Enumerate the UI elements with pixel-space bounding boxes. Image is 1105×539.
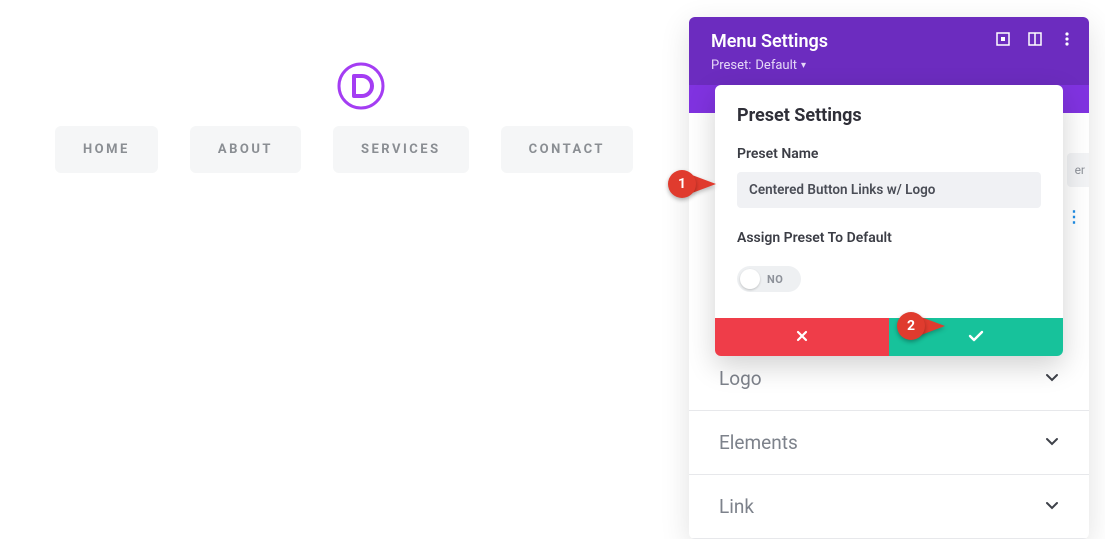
panel-header-icons (995, 31, 1075, 47)
section-label: Logo (719, 367, 762, 390)
annotation-badge: 1 (668, 170, 696, 198)
assign-default-toggle[interactable]: NO (737, 266, 801, 292)
kebab-menu-icon[interactable] (1059, 31, 1075, 47)
preset-name-label: Preset Name (737, 146, 1041, 162)
section-logo[interactable]: Logo (689, 351, 1089, 411)
chevron-down-icon (1045, 497, 1059, 516)
preset-prefix: Preset: (711, 58, 751, 73)
annotation-callout-1: 1 (668, 170, 716, 198)
preset-selector[interactable]: Preset: Default ▾ (711, 58, 1067, 73)
toggle-state-text: NO (767, 273, 783, 286)
assign-default-label: Assign Preset To Default (737, 230, 1041, 246)
section-label: Link (719, 495, 754, 518)
caret-down-icon: ▾ (801, 60, 806, 71)
preset-settings-title: Preset Settings (737, 105, 1041, 126)
annotation-callout-2: 2 (897, 312, 945, 340)
preset-settings-card: Preset Settings Preset Name Assign Prese… (715, 85, 1063, 356)
main-nav: HOME ABOUT SERVICES CONTACT (55, 126, 633, 173)
cancel-button[interactable] (715, 318, 889, 356)
nav-item-about[interactable]: ABOUT (190, 126, 301, 173)
preset-name-input[interactable] (737, 172, 1041, 208)
columns-icon[interactable] (1027, 31, 1043, 47)
close-icon (795, 328, 809, 347)
expand-icon[interactable] (995, 31, 1011, 47)
nav-item-services[interactable]: SERVICES (333, 126, 469, 173)
preset-value: Default (755, 58, 797, 73)
menu-settings-panel: Menu Settings Preset: Default ▾ er ⋮ Log… (689, 17, 1089, 539)
panel-header: Menu Settings Preset: Default ▾ (689, 17, 1089, 85)
content-kebab-icon[interactable]: ⋮ (1066, 207, 1083, 226)
chevron-down-icon (1045, 433, 1059, 452)
chevron-down-icon (1045, 369, 1059, 388)
preset-actions (715, 318, 1063, 356)
toggle-knob (740, 269, 760, 289)
nav-item-contact[interactable]: CONTACT (501, 126, 633, 173)
background-content-fragment: er (1067, 153, 1089, 187)
section-elements[interactable]: Elements (689, 411, 1089, 475)
annotation-badge: 2 (897, 312, 925, 340)
section-link[interactable]: Link (689, 475, 1089, 539)
check-icon (968, 328, 984, 347)
section-label: Elements (719, 431, 798, 454)
site-logo (337, 62, 385, 110)
nav-item-home[interactable]: HOME (55, 126, 158, 173)
